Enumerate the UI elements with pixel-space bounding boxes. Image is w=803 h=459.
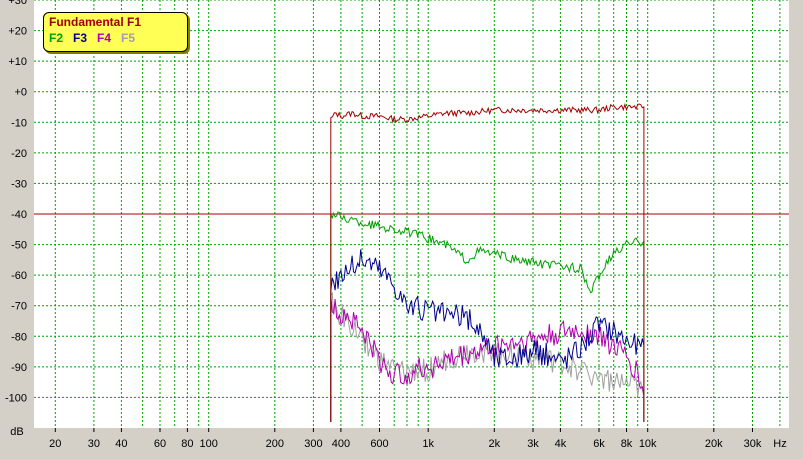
y-tick-label: -90 (11, 362, 27, 374)
x-tick-label: 1k (422, 438, 434, 450)
x-tick-label: 2k (488, 438, 500, 450)
x-axis-label: Hz (773, 438, 786, 450)
x-tick-label: 30 (88, 438, 100, 450)
x-tick-label: 200 (266, 438, 284, 450)
chart-window: +30 +20 +10 +0 -10 -20 -30 -40 -50 -60 -70 -80 -90 -1… (0, 0, 803, 454)
x-tick-label: 4k (555, 438, 567, 450)
y-tick-label: -50 (11, 240, 27, 252)
x-tick-label: 600 (370, 438, 388, 450)
x-tick-label: 40 (115, 438, 127, 450)
x-tick-label: 100 (200, 438, 218, 450)
y-tick-label: +30 (8, 0, 27, 7)
y-tick-label: -40 (11, 209, 27, 221)
x-tick-label: 300 (304, 438, 322, 450)
x-tick-label: 10k (639, 438, 657, 450)
y-tick-label: -30 (11, 178, 27, 190)
x-tick-label: 20k (705, 438, 723, 450)
y-tick-label: -80 (11, 331, 27, 343)
legend-entry-f1: Fundamental F1 (49, 15, 142, 29)
x-tick-label: 6k (593, 438, 605, 450)
y-tick-label: -10 (11, 117, 27, 129)
y-tick-label: +0 (14, 87, 27, 99)
x-tick-label: 3k (527, 438, 539, 450)
x-tick-label: 8k (621, 438, 633, 450)
x-tick-label: 30k (744, 438, 762, 450)
y-tick-label: -100 (5, 392, 27, 404)
y-tick-label: -60 (11, 270, 27, 282)
y-tick-label: +10 (8, 56, 27, 68)
x-tick-label: 60 (154, 438, 166, 450)
y-axis-label: dB (10, 426, 23, 438)
y-tick-label: -70 (11, 301, 27, 313)
x-tick-label: 20 (49, 438, 61, 450)
legend-entry-f4: F4 (97, 31, 112, 45)
legend-entry-f5: F5 (121, 31, 136, 45)
legend-entry-f2: F2 (49, 31, 64, 45)
y-tick-label: +20 (8, 26, 27, 38)
x-tick-label: 400 (332, 438, 350, 450)
legend: Fundamental F1 F2 F3 F4 F5 (43, 12, 188, 52)
spectrum-chart: +30 +20 +10 +0 -10 -20 -30 -40 -50 -60 -70 -80 -90 -1… (0, 0, 803, 454)
y-tick-label: -20 (11, 148, 27, 160)
x-tick-label: 80 (181, 438, 193, 450)
legend-entry-f3: F3 (73, 31, 88, 45)
